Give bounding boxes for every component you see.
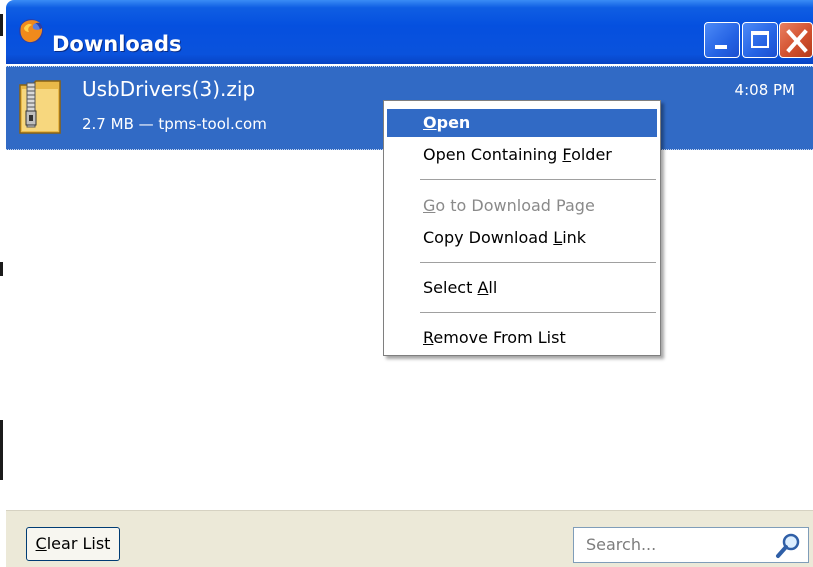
window-title: Downloads bbox=[52, 32, 182, 56]
maximize-icon bbox=[751, 31, 769, 48]
clear-list-button[interactable]: Clear List bbox=[26, 527, 120, 561]
close-button[interactable] bbox=[779, 22, 813, 58]
download-time: 4:08 PM bbox=[734, 81, 795, 99]
left-edge-mark bbox=[0, 420, 3, 480]
search-placeholder: Search... bbox=[586, 535, 657, 554]
menu-separator bbox=[420, 312, 656, 313]
zip-file-icon bbox=[19, 80, 61, 134]
firefox-icon bbox=[19, 19, 43, 43]
file-name: UsbDrivers(3).zip bbox=[82, 77, 256, 101]
minimize-button[interactable] bbox=[704, 22, 740, 58]
menu-item-open-containing-folder[interactable]: Open Containing Folder bbox=[387, 141, 657, 169]
file-size-source: 2.7 MB — tpms-tool.com bbox=[82, 115, 267, 133]
menu-item-go-to-download-page: Go to Download Page bbox=[423, 196, 595, 215]
minimize-icon bbox=[715, 45, 727, 49]
close-icon bbox=[786, 29, 808, 53]
menu-item-remove-from-list[interactable]: Remove From List bbox=[387, 324, 657, 352]
title-bar[interactable]: Downloads bbox=[6, 0, 813, 64]
maximize-button[interactable] bbox=[742, 22, 778, 58]
left-edge-mark bbox=[0, 262, 3, 276]
menu-item-copy-download-link[interactable]: Copy Download Link bbox=[387, 224, 657, 252]
menu-item-select-all[interactable]: Select All bbox=[387, 274, 657, 302]
search-input[interactable]: Search... bbox=[573, 527, 809, 563]
menu-separator bbox=[420, 262, 656, 263]
bottom-toolbar: Clear List Search... bbox=[6, 510, 813, 567]
search-icon[interactable] bbox=[774, 531, 802, 559]
context-menu: Open Open Containing Folder Go to Downlo… bbox=[383, 100, 661, 356]
downloads-window: Downloads UsbDrivers(3).zip 2.7 MB — tpm bbox=[6, 0, 813, 567]
menu-separator bbox=[420, 179, 656, 180]
left-edge-mark bbox=[0, 14, 3, 36]
menu-item-open[interactable]: Open bbox=[387, 109, 657, 137]
